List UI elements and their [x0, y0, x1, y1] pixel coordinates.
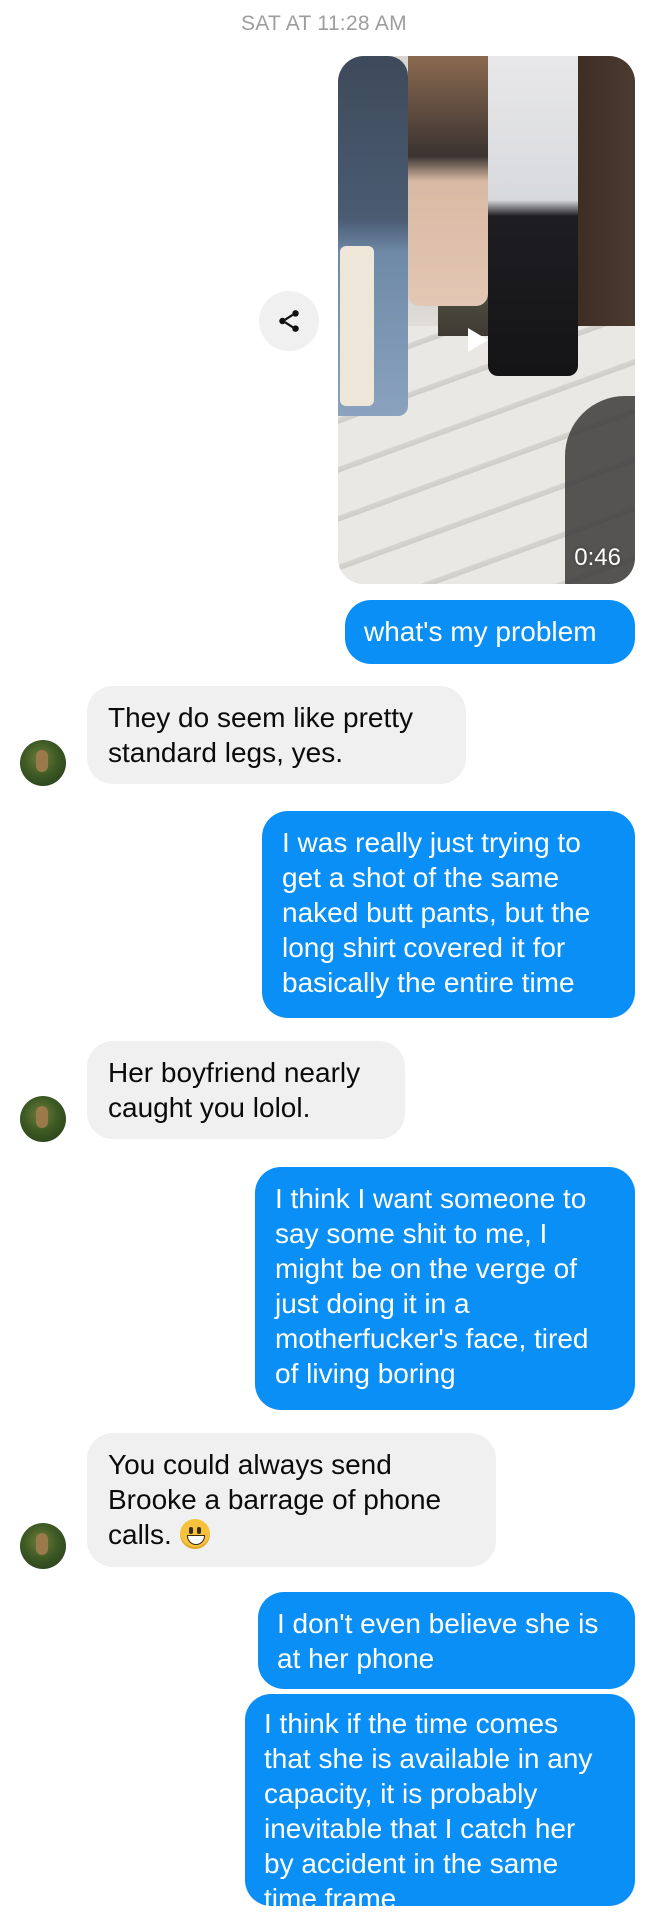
- message-text: might be on the verge of: [275, 1253, 577, 1284]
- message-bubble-outgoing[interactable]: I think if the time comes that she is av…: [245, 1694, 635, 1914]
- message-text: say some shit to me, I: [275, 1218, 548, 1249]
- play-icon: [468, 328, 488, 352]
- message-text: calls.: [108, 1519, 172, 1550]
- video-frame-person: [488, 56, 578, 376]
- grinning-face-emoji: [179, 1519, 210, 1549]
- message-text: of living boring: [275, 1358, 456, 1389]
- contact-avatar[interactable]: [20, 1523, 66, 1569]
- message-bubble-incoming[interactable]: You could always send Brooke a barrage o…: [87, 1433, 496, 1567]
- message-bubble-outgoing[interactable]: I think I want someone to say some shit …: [255, 1167, 635, 1410]
- message-text: that she is available in any: [264, 1743, 593, 1774]
- message-text: standard legs, yes.: [108, 737, 344, 768]
- conversation-timestamp: SAT AT 11:28 AM: [241, 12, 407, 35]
- message-text: get a shot of the same: [282, 862, 560, 893]
- message-bubble-outgoing[interactable]: what's my problem: [345, 600, 635, 664]
- message-text: Her boyfriend nearly: [108, 1057, 361, 1088]
- video-frame-bag: [340, 246, 374, 406]
- message-text: I think if the time comes: [264, 1708, 559, 1739]
- message-text: time frame: [264, 1883, 397, 1914]
- message-text: long shirt covered it for: [282, 932, 566, 963]
- message-text: caught you lolol.: [108, 1092, 311, 1123]
- message-text: capacity, it is probably: [264, 1778, 538, 1809]
- message-text: basically the entire time: [282, 967, 575, 998]
- message-text: I think I want someone to: [275, 1183, 587, 1214]
- message-text: motherfucker's face, tired: [275, 1323, 589, 1354]
- message-text: at her phone: [277, 1643, 435, 1674]
- video-duration: 0:46: [574, 544, 621, 571]
- message-text: inevitable that I catch her: [264, 1813, 576, 1844]
- message-text: by accident in the same: [264, 1848, 559, 1879]
- message-text: naked butt pants, but the: [282, 897, 591, 928]
- message-bubble-incoming[interactable]: Her boyfriend nearly caught you lolol.: [87, 1041, 405, 1139]
- message-bubble-outgoing[interactable]: I don't even believe she is at her phone: [258, 1592, 635, 1689]
- message-text: I was really just trying to: [282, 827, 581, 858]
- message-bubble-outgoing[interactable]: I was really just trying to get a shot o…: [262, 811, 635, 1018]
- share-icon: [279, 310, 299, 332]
- message-text: Brooke a barrage of phone: [108, 1484, 442, 1515]
- message-text: I don't even believe she is: [277, 1608, 599, 1639]
- contact-avatar[interactable]: [20, 1096, 66, 1142]
- video-frame-person: [408, 56, 488, 306]
- message-text: what's my problem: [364, 616, 597, 647]
- contact-avatar[interactable]: [20, 740, 66, 786]
- share-button[interactable]: [259, 291, 319, 351]
- message-bubble-incoming[interactable]: They do seem like pretty standard legs, …: [87, 686, 466, 784]
- play-button[interactable]: [454, 318, 498, 362]
- message-text: just doing it in a: [275, 1288, 470, 1319]
- video-message[interactable]: 0:46: [338, 56, 635, 584]
- message-text: You could always send: [108, 1449, 392, 1480]
- message-text: They do seem like pretty: [108, 702, 414, 733]
